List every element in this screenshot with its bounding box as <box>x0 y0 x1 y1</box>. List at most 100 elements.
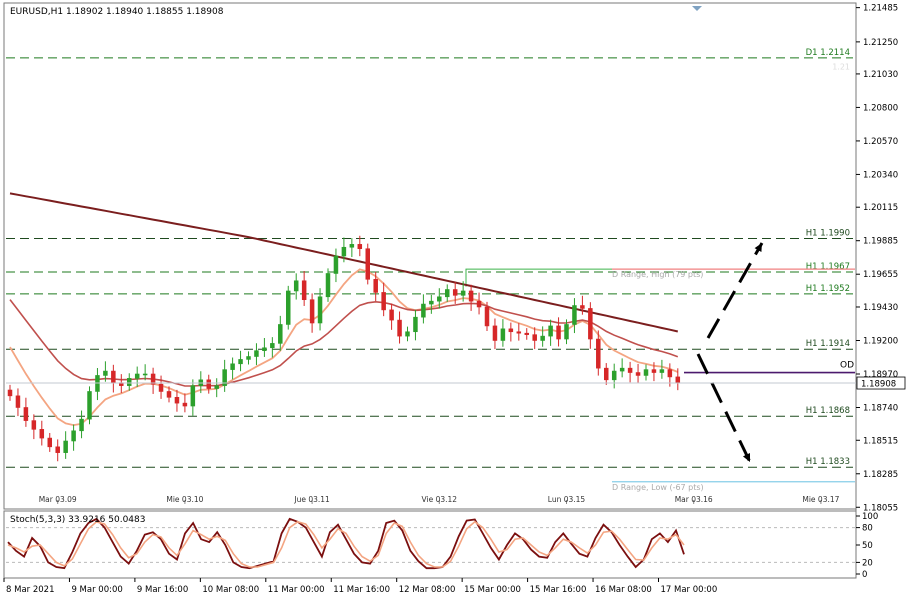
current-price-label: 1.18908 <box>861 380 896 390</box>
candle-body <box>548 325 553 337</box>
candle-body <box>381 292 386 311</box>
mt4-chart-window[interactable]: D1 1.2114 H1 1.1990 H1 1.1967 H1 1.1952 H1 1… <box>0 0 908 602</box>
candle-body <box>278 324 283 344</box>
candle-body <box>214 385 219 389</box>
candle-body <box>47 437 52 448</box>
candle-body <box>7 389 13 397</box>
candle-body <box>270 343 275 349</box>
time-label-bottom: 11 Mar 16:00 <box>333 585 390 595</box>
stoch-tick-label: 80 <box>862 524 873 534</box>
candle-body <box>373 279 378 293</box>
candle-body <box>349 244 355 248</box>
time-label-top: Mar 03.09 <box>39 495 77 504</box>
price-tick-label: 1.20340 <box>863 170 898 180</box>
candle-body <box>309 299 315 324</box>
time-label-bottom: 11 Mar 00:00 <box>268 585 325 595</box>
candle-body <box>635 372 641 376</box>
candle-body <box>556 325 561 340</box>
candle-body <box>437 296 442 302</box>
candle-body <box>675 376 681 384</box>
candle-body <box>389 309 394 321</box>
candle-body <box>524 332 529 335</box>
time-label-top: Mie 03.10 <box>166 495 203 504</box>
d-range-high-label: D Range, High (79 pts) <box>612 270 703 279</box>
candle-body <box>452 289 458 296</box>
candle-body <box>667 369 673 378</box>
candle-body <box>627 367 633 373</box>
candle-body <box>421 303 426 318</box>
candle-body <box>190 385 196 407</box>
time-label-top: Mar 03.16 <box>675 495 713 504</box>
candle-body <box>397 319 402 337</box>
stoch-tick-label: 50 <box>862 541 873 551</box>
price-tick-label: 1.18285 <box>863 470 898 480</box>
candle-body <box>659 369 665 373</box>
time-label-bottom: 15 Mar 00:00 <box>464 585 521 595</box>
candle-body <box>317 296 323 324</box>
candle-body <box>87 391 92 420</box>
candle-body <box>357 244 363 250</box>
candle-body <box>254 350 259 357</box>
time-label-bottom: 9 Mar 00:00 <box>71 585 122 595</box>
candle-body <box>651 369 657 373</box>
candle-body <box>174 396 180 404</box>
candle-body <box>413 316 418 333</box>
candle-body <box>39 429 45 439</box>
candle-body <box>182 402 188 407</box>
time-label-top: Lun 03.15 <box>548 495 586 504</box>
candle-body <box>246 356 251 360</box>
candle-body <box>103 370 108 376</box>
candle-body <box>643 369 649 376</box>
candle-body <box>158 383 164 392</box>
candle-body <box>540 335 545 341</box>
candle-body <box>572 305 577 325</box>
level-label: D1 1.2114 <box>806 48 850 58</box>
candle-body <box>365 248 370 280</box>
symbol-header: EURUSD,H1 1.18902 1.18940 1.18855 1.1890… <box>10 7 224 17</box>
level-label: H1 1.1990 <box>806 229 850 239</box>
price-tick-label: 1.20800 <box>863 103 898 113</box>
candle-body <box>500 328 506 341</box>
time-label-top: Mie 03.17 <box>802 495 839 504</box>
stoch-tick-label: 100 <box>862 512 878 522</box>
time-label-bottom: 16 Mar 08:00 <box>595 585 652 595</box>
price-tick-label: 1.21485 <box>863 4 898 14</box>
stoch-tick-label: 0 <box>862 570 867 580</box>
level-label: H1 1.1952 <box>806 284 850 294</box>
price-tick-label: 1.20115 <box>863 203 898 213</box>
candle-body <box>611 370 617 381</box>
time-label-bottom: 8 Mar 2021 <box>6 585 54 595</box>
candle-body <box>429 300 434 305</box>
candle-body <box>238 359 243 365</box>
candle-body <box>333 255 339 274</box>
candle-body <box>596 338 601 369</box>
d-range-low-label: D Range, Low (-67 pts) <box>612 483 704 492</box>
candle-body <box>71 430 76 442</box>
price-tick-label: 1.19655 <box>863 270 898 280</box>
candle-body <box>134 373 140 379</box>
candle-body <box>516 331 522 334</box>
candle-body <box>341 246 347 257</box>
candle-body <box>468 290 474 302</box>
candle-body <box>325 273 331 298</box>
candle-body <box>166 391 172 398</box>
price-tick-label: 1.21250 <box>863 38 898 48</box>
level-label: H1 1.1914 <box>806 339 850 349</box>
level-label: H1 1.1868 <box>806 406 850 416</box>
candle-body <box>31 420 37 430</box>
price-tick-label: 1.18515 <box>863 436 898 446</box>
price-tick-label: 1.19885 <box>863 237 898 247</box>
time-label-top: Jue 03.11 <box>293 495 330 504</box>
candle-body <box>603 367 609 381</box>
candle-body <box>206 379 212 389</box>
chart-canvas[interactable]: D1 1.2114 H1 1.1990 H1 1.1967 H1 1.1952 H1 1… <box>0 0 908 602</box>
time-label-bottom: 9 Mar 16:00 <box>137 585 188 595</box>
candle-body <box>476 300 482 308</box>
candle-body <box>127 378 132 386</box>
open-day-label: OD <box>840 361 854 371</box>
candle-body <box>564 324 569 340</box>
price-tick-label: 1.19200 <box>863 336 898 346</box>
candle-body <box>405 331 410 337</box>
candle-body <box>55 446 60 453</box>
candle-body <box>230 363 235 370</box>
